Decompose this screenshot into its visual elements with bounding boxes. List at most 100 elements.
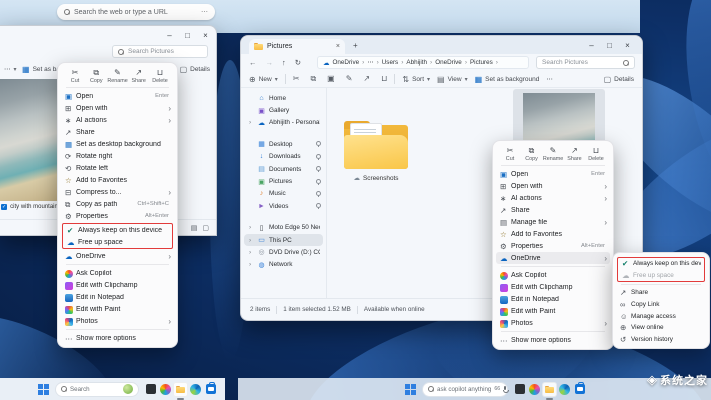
- menu-item-open-with[interactable]: ⊞Open with›: [496, 180, 610, 192]
- menu-item-share[interactable]: ↗Share: [616, 287, 706, 299]
- start-button[interactable]: [38, 384, 49, 395]
- sidebar-item-desktop[interactable]: ▦Desktop: [244, 138, 323, 150]
- delete-button[interactable]: ⊔Delete: [150, 68, 170, 84]
- expand-chevron-icon[interactable]: ›: [249, 249, 254, 256]
- menu-item-version-history[interactable]: ↺Version history: [616, 334, 706, 346]
- menu-item-show-more-options[interactable]: ⋯Show more options: [496, 334, 610, 346]
- menu-item-edit-with-paint[interactable]: Edit with Paint: [496, 305, 610, 317]
- menu-item-manage-file[interactable]: ▤Manage file›: [496, 216, 610, 228]
- menu-item-open[interactable]: ▣OpenEnter: [61, 90, 174, 102]
- maximize-button[interactable]: □: [603, 40, 616, 51]
- menu-item-open[interactable]: ▣OpenEnter: [496, 168, 610, 180]
- expand-chevron-icon[interactable]: ›: [249, 119, 254, 126]
- menu-item-share[interactable]: ↗Share: [61, 126, 174, 138]
- new-tab-button[interactable]: +: [353, 41, 358, 50]
- sidebar-item-abhijith-personal[interactable]: ›☁Abhijith - Personal: [244, 117, 323, 129]
- sidebar-item-music[interactable]: ♪Music: [244, 188, 323, 200]
- menu-item-rotate-right[interactable]: ⟳Rotate right: [61, 150, 174, 162]
- menu-item-compress-to[interactable]: ⊟Compress to...›: [61, 186, 174, 198]
- rename-button[interactable]: ✎Rename: [543, 146, 563, 162]
- new-button[interactable]: ⊕ New ▾: [249, 75, 278, 84]
- breadcrumb-item-[interactable]: ⋯: [367, 59, 373, 66]
- menu-item-ai-actions[interactable]: ∗AI actions›: [61, 114, 174, 126]
- menu-item-ask-copilot[interactable]: Ask Copilot: [496, 269, 610, 281]
- menu-item-onedrive[interactable]: ☁OneDrive›: [496, 252, 610, 264]
- menu-item-always-keep-on-this-device[interactable]: ✔Always keep on this device: [618, 258, 704, 270]
- menu-item-show-more-options[interactable]: ⋯Show more options: [61, 332, 174, 344]
- task-view-button[interactable]: [512, 382, 527, 397]
- taskbar-search-box[interactable]: Search: [55, 382, 139, 397]
- sidebar-item-moto-edge-50-neo[interactable]: ›▯Moto Edge 50 Neo: [244, 222, 323, 234]
- menu-item-view-online[interactable]: ⊕View online: [616, 322, 706, 334]
- sort-button[interactable]: ⇅ Sort ▾: [402, 75, 430, 84]
- details-button[interactable]: ▢ Details: [180, 65, 210, 74]
- forward-button[interactable]: →: [266, 58, 274, 67]
- close-button[interactable]: ×: [199, 30, 212, 41]
- back-button[interactable]: ←: [249, 58, 257, 67]
- file-explorer-button[interactable]: [173, 382, 188, 397]
- sidebar-item-videos[interactable]: ►Videos: [244, 200, 323, 212]
- set-as-background-button[interactable]: ▦ Set as background: [475, 75, 540, 84]
- breadcrumb[interactable]: ☁ OneDrive›⋯›Users›Abhijith›OneDrive›Pic…: [317, 56, 529, 69]
- menu-item-free-up-space[interactable]: ☁Free up space: [63, 236, 172, 248]
- copilot-button[interactable]: [158, 382, 173, 397]
- copy-button[interactable]: ⧉: [310, 74, 316, 84]
- share-button[interactable]: ↗Share: [129, 68, 149, 84]
- delete-button[interactable]: ⊔Delete: [586, 146, 606, 162]
- selected-image-thumbnail[interactable]: [0, 79, 62, 201]
- menu-item-ai-actions[interactable]: ∗AI actions›: [496, 192, 610, 204]
- view-button[interactable]: ▤ View ▾: [437, 75, 468, 84]
- minimize-button[interactable]: –: [163, 30, 176, 41]
- menu-item-properties[interactable]: ⚙PropertiesAlt+Enter: [496, 240, 610, 252]
- share-button[interactable]: ↗Share: [565, 146, 585, 162]
- breadcrumb-item-abhijith[interactable]: Abhijith: [406, 59, 427, 66]
- menu-item-ask-copilot[interactable]: Ask Copilot: [61, 267, 174, 279]
- rename-button[interactable]: ✎: [346, 74, 353, 84]
- breadcrumb-item-pictures[interactable]: Pictures: [470, 59, 493, 66]
- delete-button[interactable]: ⊔: [381, 74, 387, 84]
- menu-item-photos[interactable]: Photos›: [61, 315, 174, 327]
- expand-chevron-icon[interactable]: ›: [249, 261, 254, 268]
- menu-item-set-as-desktop-background[interactable]: ▦Set as desktop background: [61, 138, 174, 150]
- menu-item-edit-in-notepad[interactable]: Edit in Notepad: [496, 293, 610, 305]
- microphone-icon[interactable]: [503, 386, 507, 393]
- file-label[interactable]: ✓ city with mountains: [0, 204, 62, 210]
- menu-item-edit-with-clipchamp[interactable]: Edit with Clipchamp: [496, 281, 610, 293]
- sidebar-item-network[interactable]: ›◍Network: [244, 259, 323, 271]
- browser-search-bar[interactable]: Search the web or type a URL ⋯: [57, 4, 215, 20]
- thumbnail-view-toggle-icon[interactable]: ▢: [202, 224, 209, 232]
- cut-button[interactable]: ✂Cut: [65, 68, 85, 84]
- cut-button[interactable]: ✂Cut: [500, 146, 520, 162]
- more-icon[interactable]: ⋯: [201, 8, 208, 16]
- sidebar-item-this-pc[interactable]: ›▭This PC: [244, 234, 323, 246]
- menu-item-open-with[interactable]: ⊞Open with›: [61, 102, 174, 114]
- menu-item-always-keep-on-this-device[interactable]: ✔Always keep on this device: [63, 224, 172, 236]
- close-button[interactable]: ×: [621, 40, 634, 51]
- sidebar-item-pictures[interactable]: ▣Pictures: [244, 175, 323, 187]
- expand-chevron-icon[interactable]: ›: [249, 237, 254, 244]
- menu-item-share[interactable]: ↗Share: [496, 204, 610, 216]
- maximize-button[interactable]: □: [181, 30, 194, 41]
- store-button[interactable]: [572, 382, 587, 397]
- share-button[interactable]: ↗: [363, 74, 370, 84]
- checkbox-checked-icon[interactable]: ✓: [1, 204, 7, 210]
- menu-item-free-up-space[interactable]: ☁Free up space: [618, 270, 704, 282]
- up-button[interactable]: ↑: [282, 58, 286, 67]
- breadcrumb-item-onedrive[interactable]: OneDrive: [333, 59, 360, 66]
- breadcrumb-item-users[interactable]: Users: [382, 59, 398, 66]
- search-pictures-box[interactable]: Search Pictures: [536, 56, 635, 69]
- sidebar-item-home[interactable]: ⌂Home: [244, 92, 323, 104]
- edge-button[interactable]: [557, 382, 572, 397]
- toolbar-more-button[interactable]: ⋯: [546, 75, 553, 83]
- menu-item-add-to-favorites[interactable]: ☆Add to Favorites: [61, 174, 174, 186]
- tab-close-icon[interactable]: ×: [336, 43, 340, 50]
- file-item-screenshots[interactable]: ☁ Screenshots: [336, 94, 416, 186]
- sidebar-item-gallery[interactable]: ▣Gallery: [244, 104, 323, 116]
- tab-pictures[interactable]: Pictures ×: [249, 39, 345, 54]
- edge-button[interactable]: [188, 382, 203, 397]
- menu-item-manage-access[interactable]: ☺Manage access: [616, 310, 706, 322]
- details-button[interactable]: ▢ Details: [604, 75, 634, 84]
- copy-button[interactable]: ⧉Copy: [522, 146, 542, 162]
- search-pictures-box[interactable]: Search Pictures: [112, 45, 208, 58]
- menu-item-copy-as-path[interactable]: ⧉Copy as pathCtrl+Shift+C: [61, 198, 174, 210]
